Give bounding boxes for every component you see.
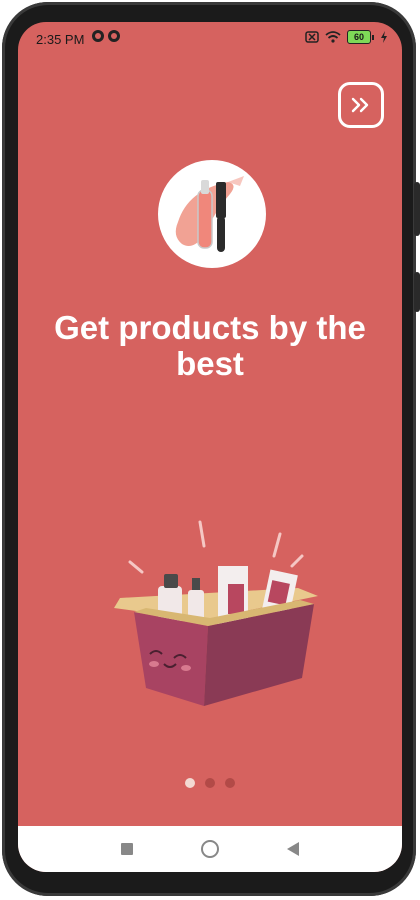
beauty-box-illustration: [90, 500, 330, 710]
skip-button[interactable]: [338, 82, 384, 128]
volume-button: [414, 182, 420, 236]
back-icon[interactable]: [287, 842, 299, 856]
no-sim-icon: [305, 31, 319, 43]
recent-apps-icon[interactable]: [121, 843, 133, 855]
battery-level: 60: [347, 30, 371, 44]
home-icon[interactable]: [201, 840, 219, 858]
screen: 2:35 PM 60 Get products by the best: [18, 22, 402, 872]
status-time: 2:35 PM: [36, 32, 85, 47]
charging-icon: [381, 31, 387, 43]
double-chevron-right-icon: [351, 97, 369, 113]
phone-frame: 2:35 PM 60 Get products by the best: [2, 2, 420, 896]
page-dot[interactable]: [225, 778, 235, 788]
status-right-icons: 60: [305, 30, 388, 44]
status-notifications: [92, 30, 120, 42]
page-dot[interactable]: [205, 778, 215, 788]
battery-icon: 60: [347, 30, 374, 44]
page-indicator: [18, 778, 402, 788]
power-button: [414, 272, 420, 312]
status-bar: 2:35 PM 60: [18, 22, 402, 56]
system-nav-bar: [18, 826, 402, 872]
notification-icon: [108, 30, 120, 42]
wifi-icon: [325, 31, 341, 43]
notification-icon: [92, 30, 104, 42]
lip-gloss-image: [158, 160, 266, 268]
page-dot-active[interactable]: [185, 778, 195, 788]
onboarding-title: Get products by the best: [54, 309, 366, 382]
